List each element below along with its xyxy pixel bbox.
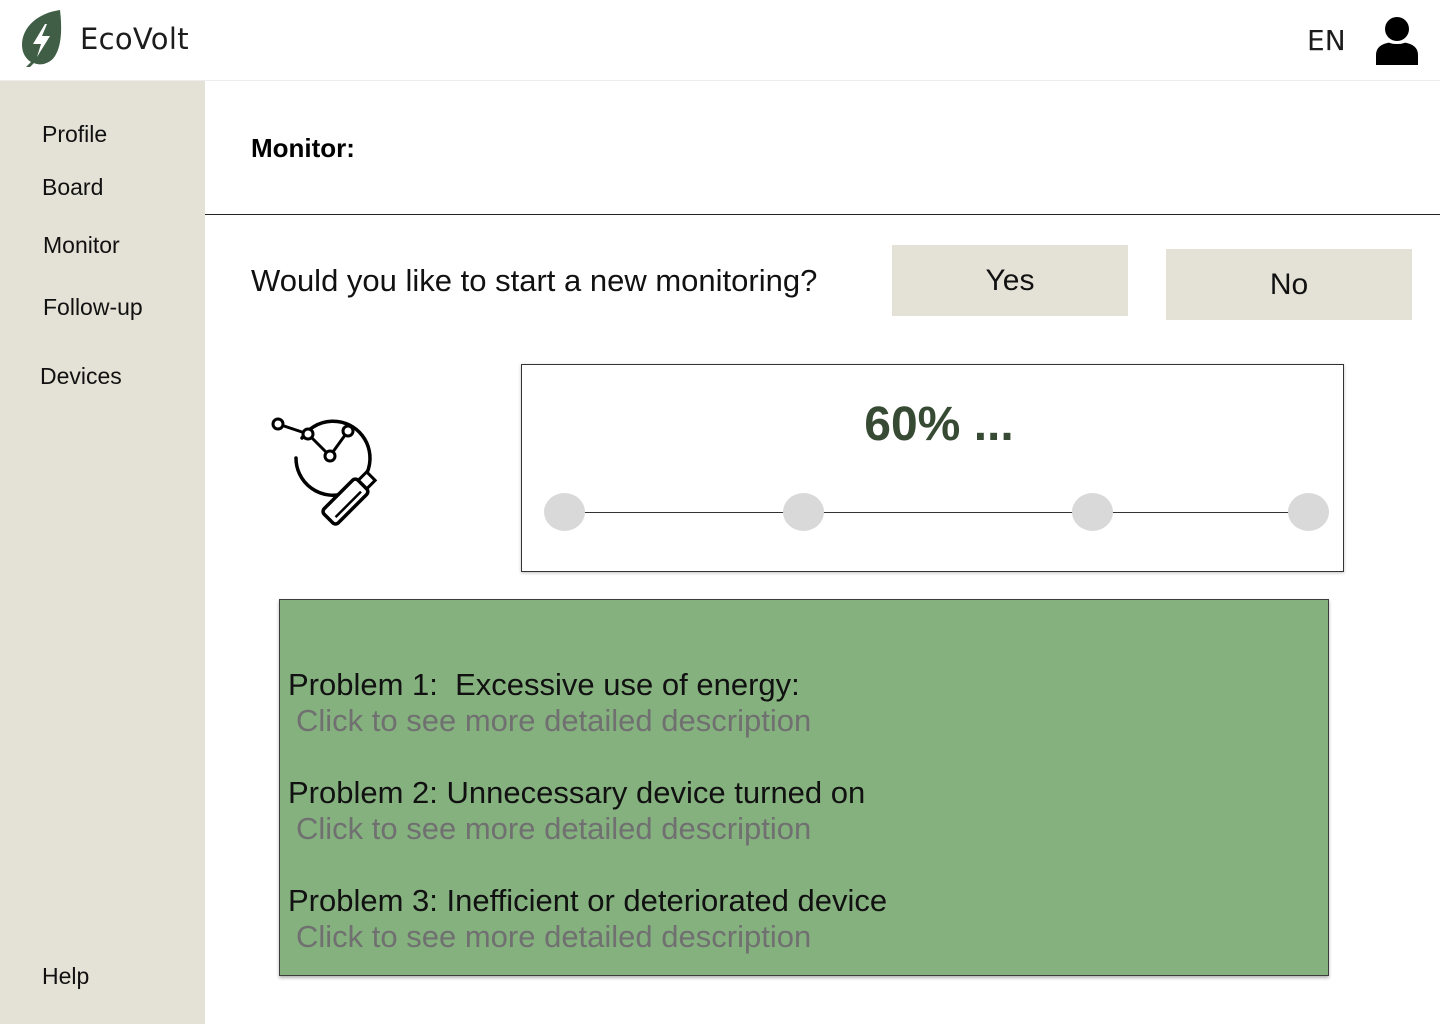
progress-step-4	[1288, 493, 1329, 531]
problem-item-1[interactable]: Problem 1: Excessive use of energy: Clic…	[288, 667, 811, 739]
sidebar-item-follow-up[interactable]: Follow-up	[43, 294, 143, 321]
progress-percentage: 60% ...	[864, 398, 1014, 451]
problem-details-link[interactable]: Click to see more detailed description	[296, 919, 887, 955]
page-title: Monitor:	[251, 133, 355, 163]
sidebar-item-monitor[interactable]: Monitor	[43, 232, 120, 259]
sidebar-item-profile[interactable]: Profile	[42, 121, 107, 148]
leaf-lightning-icon[interactable]	[18, 9, 64, 67]
user-icon[interactable]	[1374, 15, 1420, 65]
sidebar: Profile Board Monitor Follow-up Devices …	[0, 81, 205, 1024]
no-button[interactable]: No	[1166, 249, 1412, 320]
problems-panel: Problem 1: Excessive use of energy: Clic…	[279, 599, 1329, 976]
section-divider	[205, 214, 1440, 215]
sidebar-item-devices[interactable]: Devices	[40, 363, 122, 390]
language-selector[interactable]: EN	[1307, 24, 1346, 57]
problem-title: Problem 2: Unnecessary device turned on	[288, 775, 866, 810]
progress-track	[564, 512, 1308, 513]
problem-item-2[interactable]: Problem 2: Unnecessary device turned on …	[288, 775, 865, 847]
progress-step-3	[1072, 493, 1113, 531]
top-header: EcoVolt EN	[0, 0, 1440, 81]
sidebar-item-help[interactable]: Help	[42, 963, 89, 990]
magnifier-chart-icon	[271, 417, 378, 526]
sidebar-item-board[interactable]: Board	[42, 174, 103, 201]
progress-card: 60% ...	[521, 364, 1344, 572]
problem-details-link[interactable]: Click to see more detailed description	[296, 703, 811, 739]
problem-item-3[interactable]: Problem 3: Inefficient or deteriorated d…	[288, 883, 887, 955]
app-title: EcoVolt	[80, 22, 189, 56]
progress-step-2	[783, 493, 824, 531]
yes-button[interactable]: Yes	[892, 245, 1128, 316]
progress-step-1	[544, 493, 585, 531]
problem-title: Problem 1: Excessive use of energy:	[288, 667, 800, 702]
problem-title: Problem 3: Inefficient or deteriorated d…	[288, 883, 888, 918]
monitoring-question: Would you like to start a new monitoring…	[251, 263, 818, 298]
problem-details-link[interactable]: Click to see more detailed description	[296, 811, 865, 847]
